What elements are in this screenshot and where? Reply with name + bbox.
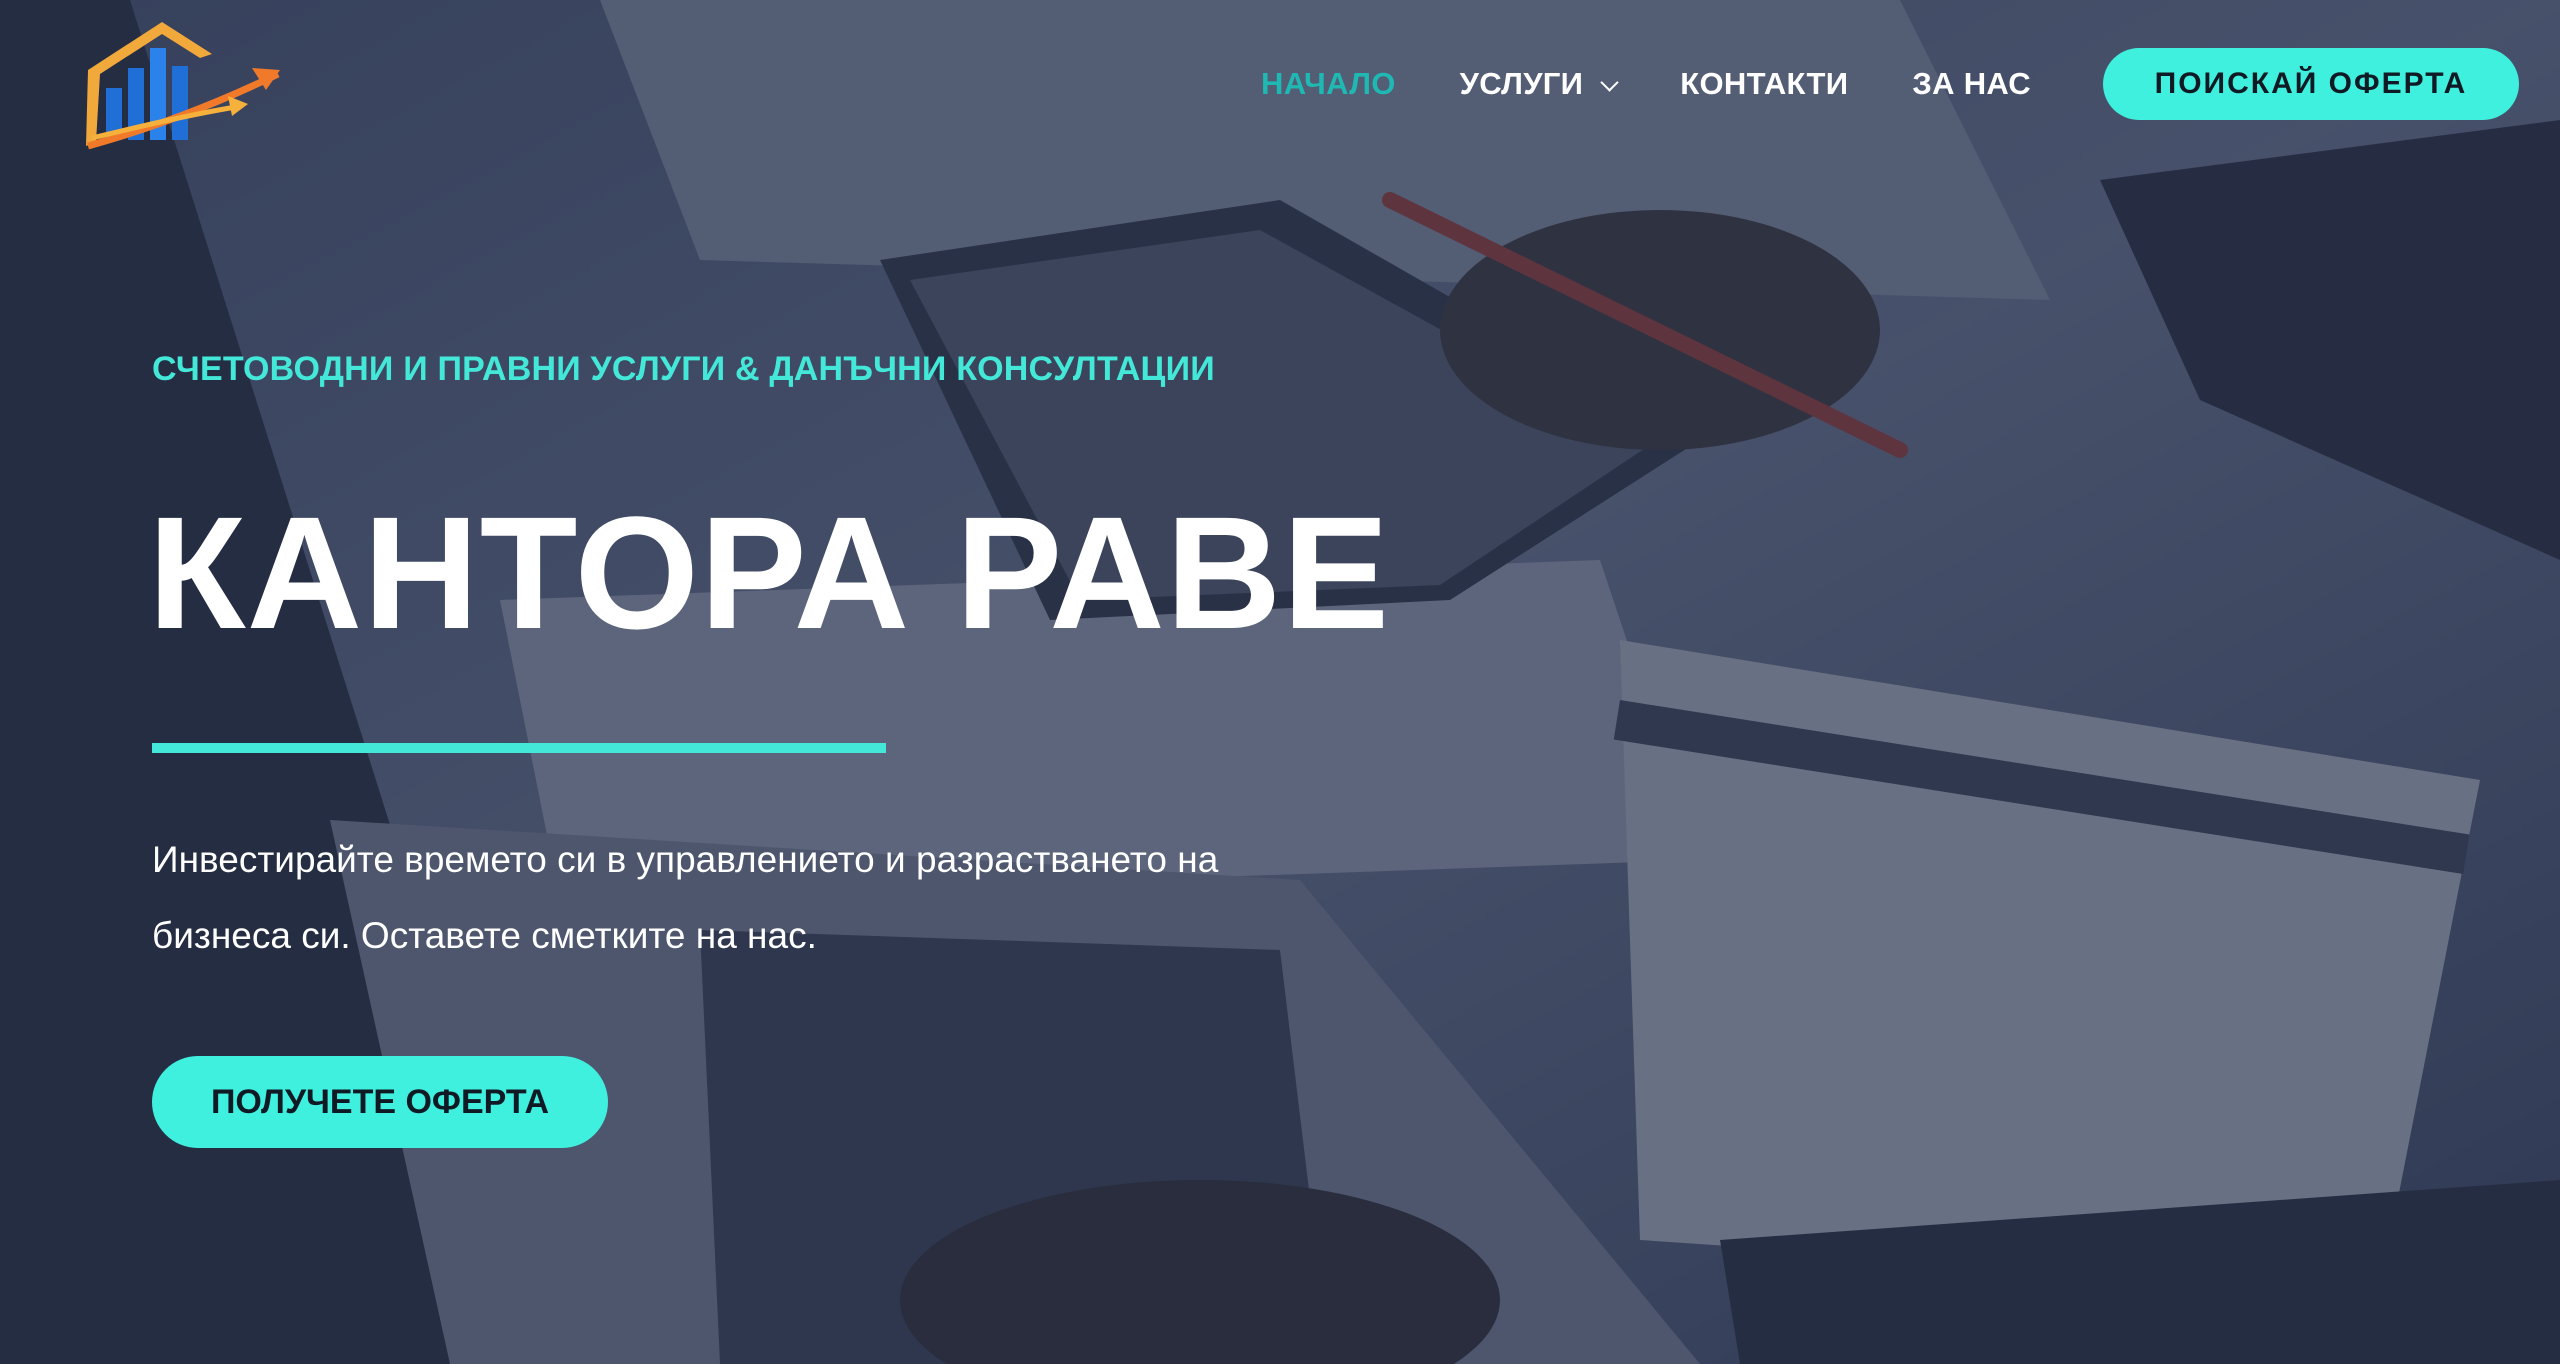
nav-item-label: ЗА НАС [1912, 66, 2031, 101]
nav-item-about[interactable]: ЗА НАС [1912, 66, 2031, 102]
chevron-down-icon [1600, 72, 1619, 92]
get-offer-button[interactable]: ПОЛУЧЕТЕ ОФЕРТА [152, 1056, 608, 1148]
hero-section: НАЧАЛО УСЛУГИ КОНТАКТИ ЗА НАС ПОИСКАЙ ОФ… [0, 0, 2560, 1364]
hero-description-line: Инвестирайте времето си в управлението и… [152, 839, 1219, 880]
page-title: КАНТОРА РАВЕ [148, 483, 1391, 662]
nav-item-home[interactable]: НАЧАЛО [1261, 66, 1396, 102]
hero-description: Инвестирайте времето си в управлението и… [152, 822, 1392, 974]
main-navigation: НАЧАЛО УСЛУГИ КОНТАКТИ ЗА НАС ПОИСКАЙ ОФ… [1197, 48, 2519, 120]
hero-description-line: бизнеса си. Оставете сметките на нас. [152, 915, 817, 956]
nav-item-label: КОНТАКТИ [1680, 66, 1849, 101]
hero-eyebrow: СЧЕТОВОДНИ И ПРАВНИ УСЛУГИ & ДАНЪЧНИ КОН… [152, 350, 1215, 388]
nav-item-contacts[interactable]: КОНТАКТИ [1680, 66, 1848, 102]
accent-divider [152, 743, 886, 753]
chart-arrow-logo-icon[interactable] [82, 18, 288, 152]
nav-item-label: НАЧАЛО [1261, 66, 1396, 101]
nav-item-label: УСЛУГИ [1459, 66, 1584, 101]
hero-dark-overlay [0, 0, 2560, 1364]
nav-item-services[interactable]: УСЛУГИ [1459, 66, 1619, 102]
request-offer-button[interactable]: ПОИСКАЙ ОФЕРТА [2103, 48, 2519, 120]
